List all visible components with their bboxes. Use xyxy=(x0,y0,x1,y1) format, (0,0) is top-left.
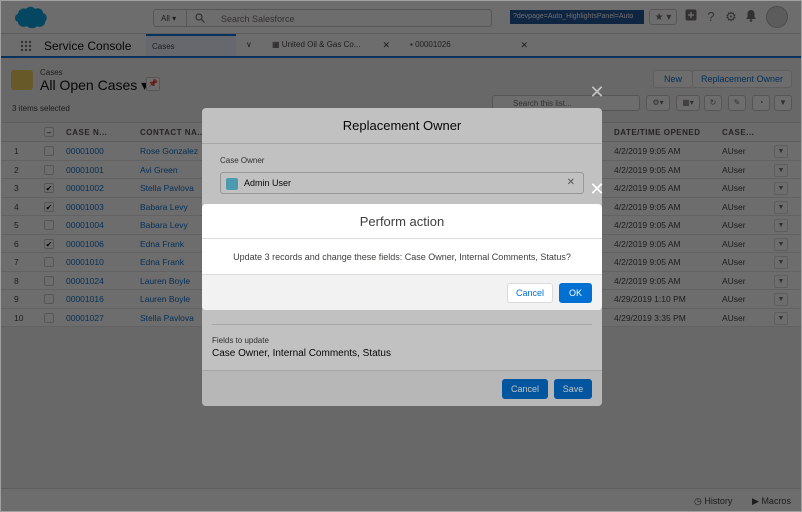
confirm-footer: Cancel OK xyxy=(202,274,602,310)
confirm-title: Perform action xyxy=(202,204,602,239)
confirm-cancel-button[interactable]: Cancel xyxy=(507,283,553,303)
confirm-message: Update 3 records and change these fields… xyxy=(233,252,571,262)
confirm-ok-button[interactable]: OK xyxy=(559,283,592,303)
close-confirm-modal-icon[interactable]: ✕ xyxy=(589,180,605,198)
perform-action-modal: Perform action Update 3 records and chan… xyxy=(202,204,602,310)
